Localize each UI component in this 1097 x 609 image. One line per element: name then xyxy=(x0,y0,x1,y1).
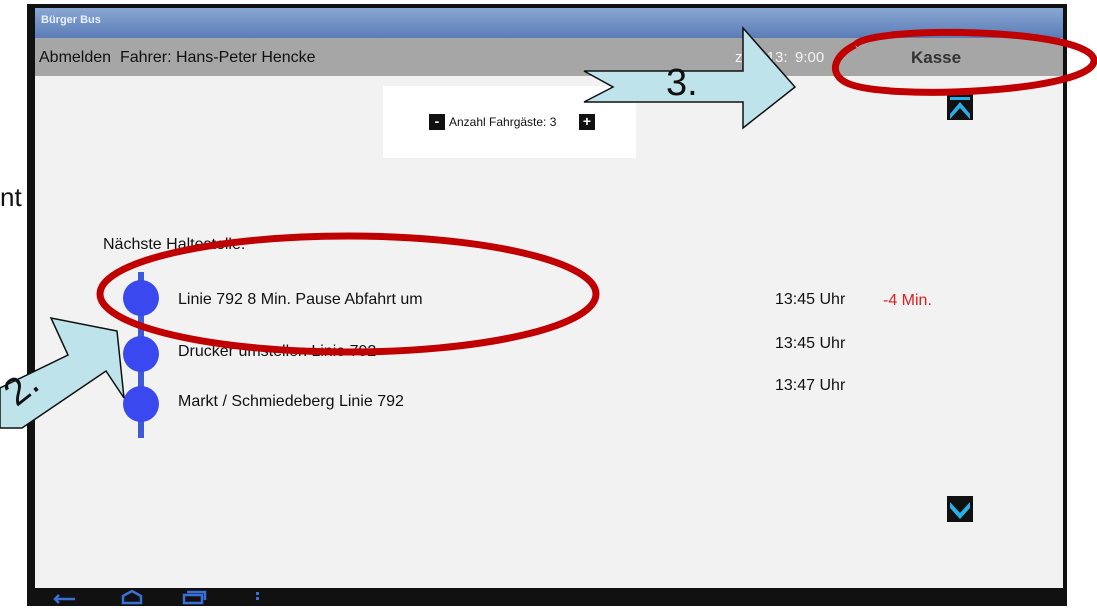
highlight-ellipse-kasse xyxy=(831,28,1097,96)
annotation-layer xyxy=(0,26,1097,429)
highlight-ellipse-stop xyxy=(96,232,600,356)
callout-label-3: 3. xyxy=(666,62,698,104)
